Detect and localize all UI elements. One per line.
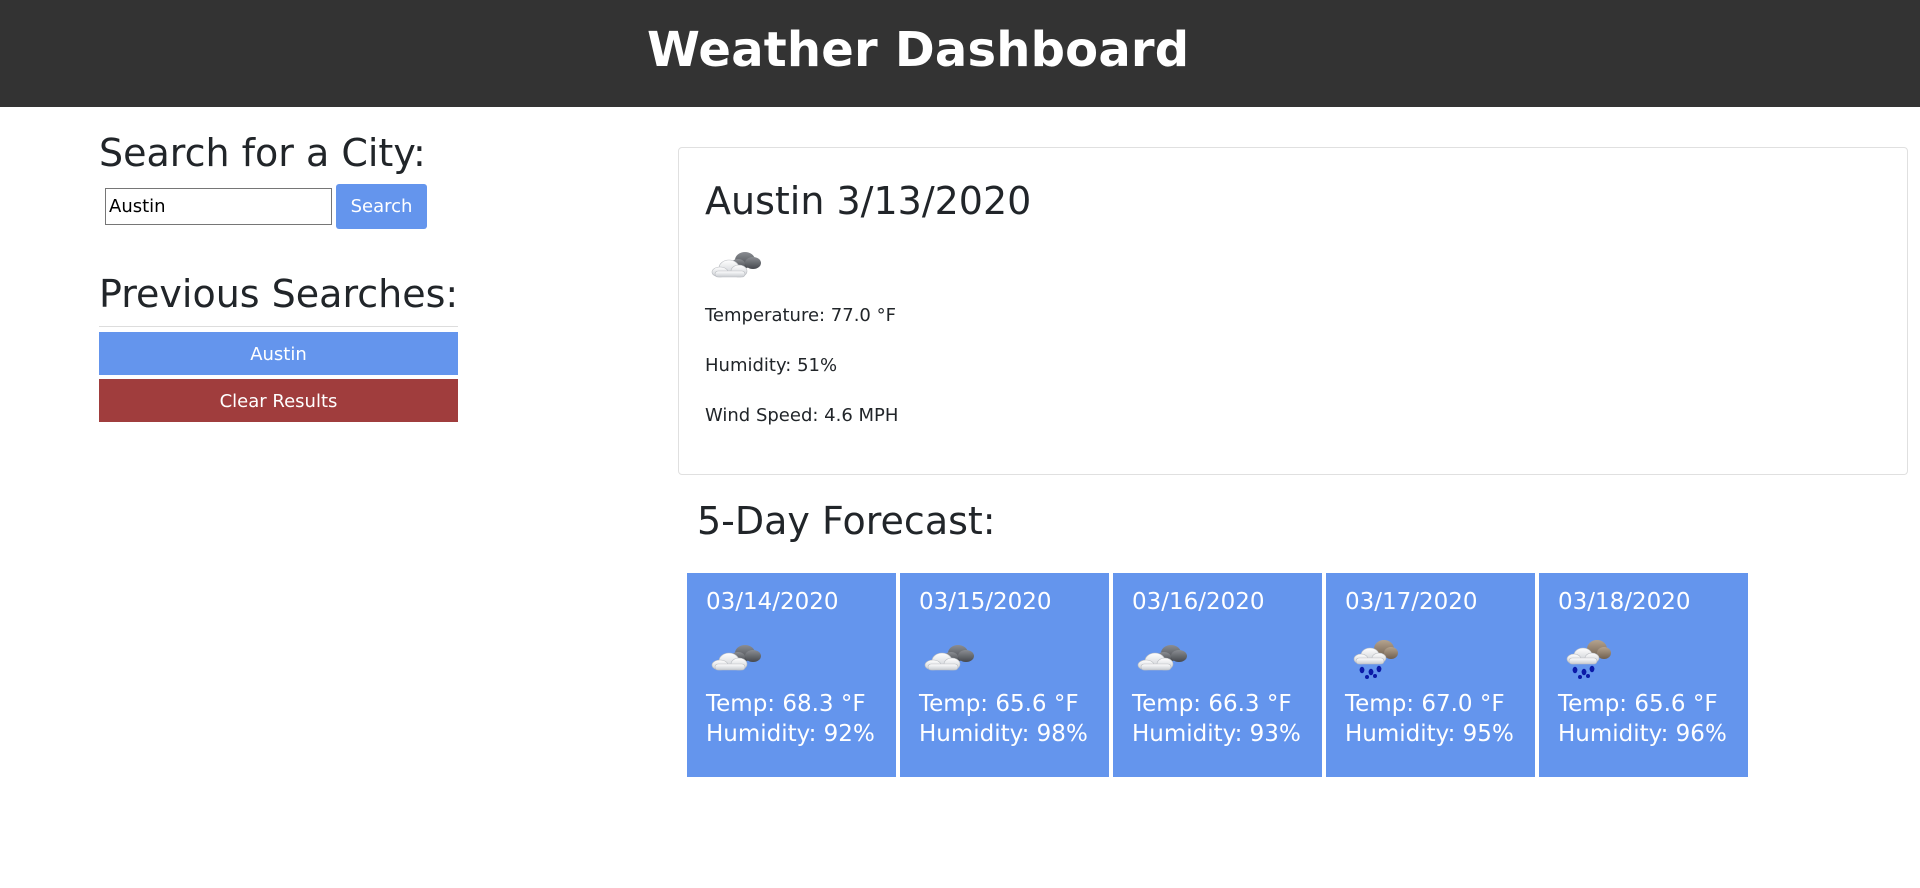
broken-clouds-icon xyxy=(1133,633,1193,679)
rain-icon xyxy=(1559,633,1619,679)
forecast-humidity: Humidity: 98% xyxy=(919,721,1088,747)
previous-searches-divider xyxy=(99,326,458,327)
forecast-humidity: Humidity: 92% xyxy=(706,721,875,747)
forecast-humidity: Humidity: 96% xyxy=(1558,721,1727,747)
forecast-temp: Temp: 65.6 °F xyxy=(919,691,1079,717)
forecast-date: 03/14/2020 xyxy=(706,589,839,615)
forecast-temp: Temp: 68.3 °F xyxy=(706,691,866,717)
current-humidity: Humidity: 51% xyxy=(705,355,838,376)
forecast-date: 03/18/2020 xyxy=(1558,589,1691,615)
forecast-temp: Temp: 66.3 °F xyxy=(1132,691,1292,717)
current-city-date: Austin 3/13/2020 xyxy=(705,179,1032,223)
forecast-date: 03/15/2020 xyxy=(919,589,1052,615)
rain-icon xyxy=(1346,633,1406,679)
broken-clouds-icon xyxy=(707,240,767,286)
forecast-date: 03/16/2020 xyxy=(1132,589,1265,615)
current-weather-card: Austin 3/13/2020 Temperature: 77.0 °F Hu… xyxy=(678,147,1908,475)
search-heading: Search for a City: xyxy=(99,131,426,175)
broken-clouds-icon xyxy=(707,633,767,679)
forecast-card-day-4: 03/17/2020 Temp: 67.0 °F Humidity: 95% xyxy=(1326,573,1535,777)
forecast-date: 03/17/2020 xyxy=(1345,589,1478,615)
search-button[interactable]: Search xyxy=(336,184,427,229)
forecast-card-day-2: 03/15/2020 Temp: 65.6 °F Humidity: 98% xyxy=(900,573,1109,777)
current-temperature: Temperature: 77.0 °F xyxy=(705,305,896,326)
page-title: Weather Dashboard xyxy=(647,22,1190,78)
previous-searches-heading: Previous Searches: xyxy=(99,272,459,316)
forecast-card-day-5: 03/18/2020 Temp: 65.6 °F Humidity: 96% xyxy=(1539,573,1748,777)
header-bar: Weather Dashboard xyxy=(0,0,1920,107)
forecast-temp: Temp: 67.0 °F xyxy=(1345,691,1505,717)
forecast-humidity: Humidity: 93% xyxy=(1132,721,1301,747)
forecast-humidity: Humidity: 95% xyxy=(1345,721,1514,747)
current-wind-speed: Wind Speed: 4.6 MPH xyxy=(705,405,899,426)
forecast-card-day-1: 03/14/2020 Temp: 68.3 °F Humidity: 92% xyxy=(687,573,896,777)
broken-clouds-icon xyxy=(920,633,980,679)
forecast-card-day-3: 03/16/2020 Temp: 66.3 °F Humidity: 93% xyxy=(1113,573,1322,777)
forecast-temp: Temp: 65.6 °F xyxy=(1558,691,1718,717)
forecast-heading: 5-Day Forecast: xyxy=(697,499,996,543)
city-search-input[interactable] xyxy=(105,188,332,225)
clear-results-button[interactable]: Clear Results xyxy=(99,379,458,422)
previous-search-item-austin[interactable]: Austin xyxy=(99,332,458,375)
